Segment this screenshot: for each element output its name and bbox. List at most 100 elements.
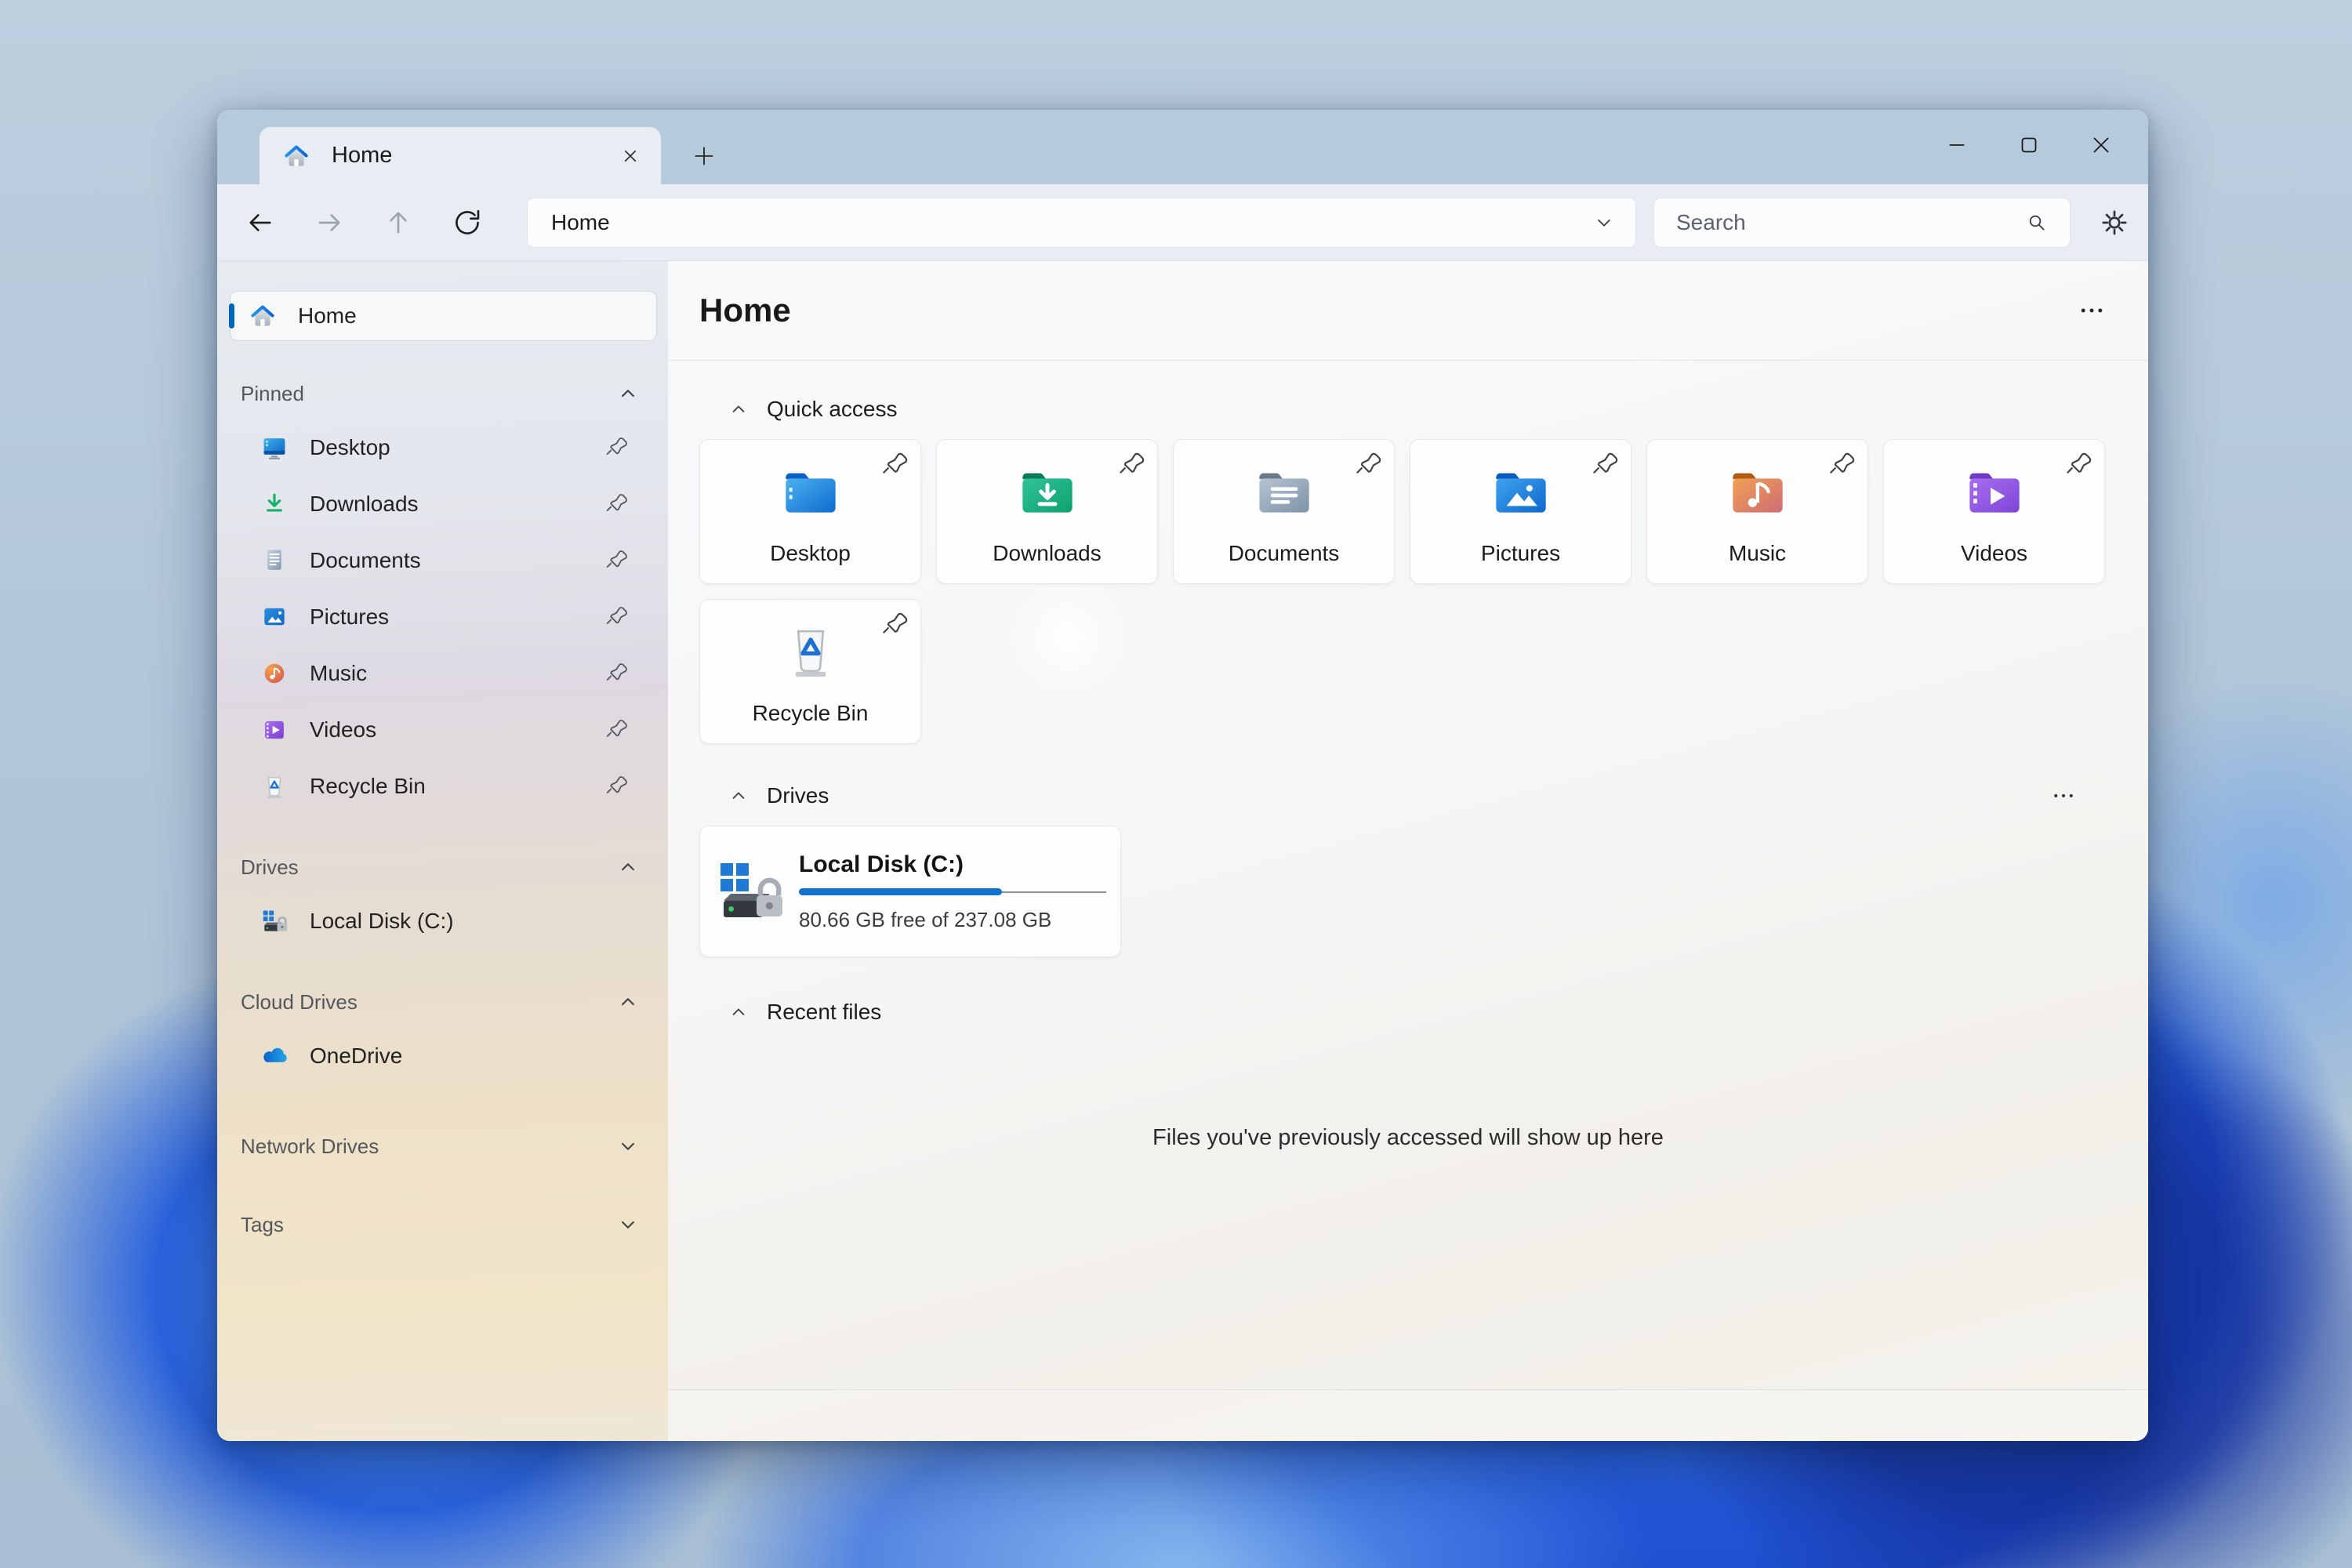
quick-access-card-desktop[interactable]: Desktop xyxy=(699,439,921,584)
chevron-up-icon[interactable] xyxy=(616,990,640,1014)
local-disk-icon xyxy=(260,906,289,936)
chevron-down-icon[interactable] xyxy=(616,1134,640,1158)
sidebar-item-music[interactable]: Music xyxy=(228,645,659,702)
sidebar-item-videos[interactable]: Videos xyxy=(228,702,659,758)
documents-folder-icon xyxy=(1253,460,1316,523)
chevron-up-icon[interactable] xyxy=(728,1001,750,1023)
quick-access-card-downloads[interactable]: Downloads xyxy=(936,439,1158,584)
chevron-up-icon[interactable] xyxy=(616,855,640,879)
downloads-folder-icon xyxy=(1016,460,1079,523)
address-text: Home xyxy=(551,209,610,234)
pin-icon[interactable] xyxy=(1827,449,1858,481)
tab-title: Home xyxy=(332,143,393,168)
tab-close-icon[interactable] xyxy=(612,138,648,174)
pin-icon[interactable] xyxy=(604,434,630,461)
window-controls xyxy=(1921,121,2137,169)
refresh-button[interactable] xyxy=(440,197,495,249)
forward-button[interactable] xyxy=(302,197,357,249)
pin-icon[interactable] xyxy=(880,449,911,481)
music-folder-icon xyxy=(1726,460,1789,523)
pin-icon[interactable] xyxy=(1353,449,1385,481)
pin-icon[interactable] xyxy=(604,773,630,800)
sidebar-item-desktop[interactable]: Desktop xyxy=(228,419,659,476)
search-placeholder: Search xyxy=(1676,209,1746,234)
pin-icon[interactable] xyxy=(1590,449,1621,481)
titlebar[interactable]: Home xyxy=(217,110,2148,184)
local-disk-icon xyxy=(713,854,788,929)
quick-access-grid: Desktop Downloads Documents Pictures Mus… xyxy=(699,439,2117,744)
sidebar-section-cloud-drives[interactable]: Cloud Drives xyxy=(217,985,668,1018)
sidebar-section-drives[interactable]: Drives xyxy=(217,851,668,884)
recycle-bin-icon xyxy=(779,620,842,683)
file-explorer-window: Home Home Search Home Pinned Desktop Dow… xyxy=(217,110,2148,1441)
status-bar xyxy=(668,1389,2148,1441)
drive-free-space: 80.66 GB free of 237.08 GB xyxy=(799,907,1052,931)
pin-icon[interactable] xyxy=(604,547,630,574)
maximize-button[interactable] xyxy=(1993,121,2065,169)
toolbar: Home Search xyxy=(217,184,2148,260)
pin-icon[interactable] xyxy=(604,604,630,630)
up-button[interactable] xyxy=(371,197,426,249)
home-icon xyxy=(248,301,278,331)
quick-access-card-music[interactable]: Music xyxy=(1646,439,1868,584)
search-icon[interactable] xyxy=(2020,205,2054,240)
drives-more-icon[interactable] xyxy=(2042,779,2085,813)
music-icon xyxy=(260,659,289,688)
quick-access-card-pictures[interactable]: Pictures xyxy=(1410,439,1632,584)
sidebar-section-tags[interactable]: Tags xyxy=(217,1208,668,1241)
sidebar-item-local-disk-c[interactable]: Local Disk (C:) xyxy=(228,893,659,949)
pin-icon[interactable] xyxy=(604,660,630,687)
pin-icon[interactable] xyxy=(1116,449,1148,481)
drive-card-local-disk-c[interactable]: Local Disk (C:) 80.66 GB free of 237.08 … xyxy=(699,826,1121,957)
see-more-icon[interactable] xyxy=(2070,289,2114,332)
wallpaper-glow xyxy=(1005,575,1131,700)
sidebar-item-label: Home xyxy=(298,303,357,328)
chevron-up-icon[interactable] xyxy=(616,382,640,405)
chevron-up-icon[interactable] xyxy=(728,785,750,807)
desktop-folder-icon xyxy=(779,460,842,523)
sidebar-item-home[interactable]: Home xyxy=(229,291,657,341)
chevron-down-icon[interactable] xyxy=(616,1213,640,1236)
sidebar-section-pinned[interactable]: Pinned xyxy=(217,377,668,410)
pin-icon[interactable] xyxy=(604,491,630,517)
tab-home[interactable]: Home xyxy=(260,127,661,184)
sidebar-item-recycle-bin[interactable]: Recycle Bin xyxy=(228,758,659,815)
videos-icon xyxy=(260,715,289,745)
section-recent-files[interactable]: Recent files xyxy=(699,992,2117,1033)
drive-usage-fill xyxy=(799,888,1002,895)
new-tab-button[interactable] xyxy=(683,135,725,177)
pin-icon[interactable] xyxy=(604,717,630,743)
header-divider xyxy=(668,360,2148,361)
home-icon xyxy=(281,141,311,171)
chevron-up-icon[interactable] xyxy=(728,398,750,420)
gear-icon[interactable] xyxy=(2091,199,2138,246)
close-button[interactable] xyxy=(2065,121,2137,169)
onedrive-icon xyxy=(260,1041,289,1071)
quick-access-card-recycle-bin[interactable]: Recycle Bin xyxy=(699,599,921,744)
quick-access-card-documents[interactable]: Documents xyxy=(1173,439,1395,584)
selection-accent-bar xyxy=(229,303,234,328)
sidebar-section-network-drives[interactable]: Network Drives xyxy=(217,1130,668,1163)
section-quick-access[interactable]: Quick access xyxy=(699,389,2117,430)
navigation-pane: Home Pinned Desktop Downloads Documents … xyxy=(217,261,668,1441)
sidebar-item-documents[interactable]: Documents xyxy=(228,532,659,589)
pictures-folder-icon xyxy=(1490,460,1552,523)
page-title: Home xyxy=(699,292,791,328)
address-dropdown-chevron-icon[interactable] xyxy=(1587,205,1621,240)
back-button[interactable] xyxy=(233,197,288,249)
recycle-bin-icon xyxy=(260,771,289,801)
address-bar[interactable]: Home xyxy=(527,197,1636,248)
search-input[interactable]: Search xyxy=(1653,197,2071,248)
minimize-button[interactable] xyxy=(1921,121,1993,169)
pin-icon[interactable] xyxy=(2063,449,2095,481)
sidebar-item-onedrive[interactable]: OneDrive xyxy=(228,1028,659,1084)
quick-access-card-videos[interactable]: Videos xyxy=(1883,439,2105,584)
drive-name: Local Disk (C:) xyxy=(799,851,964,877)
content-pane: Home Quick access Desktop Downloads Docu… xyxy=(668,261,2148,1441)
documents-icon xyxy=(260,546,289,575)
sidebar-item-pictures[interactable]: Pictures xyxy=(228,589,659,645)
sidebar-item-downloads[interactable]: Downloads xyxy=(228,476,659,532)
pin-icon[interactable] xyxy=(880,609,911,641)
desktop-icon xyxy=(260,433,289,463)
section-drives[interactable]: Drives xyxy=(699,775,2117,816)
